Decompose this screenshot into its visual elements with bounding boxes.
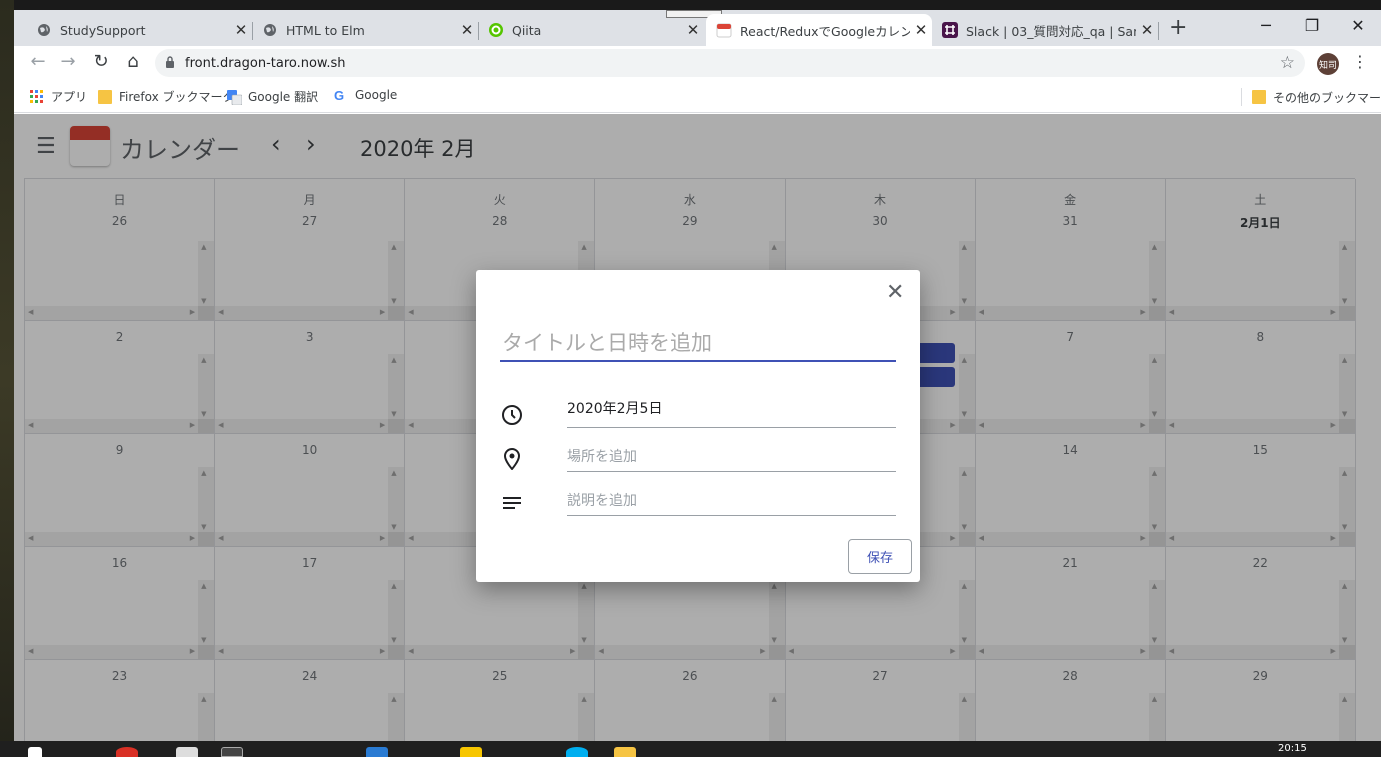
calendar-favicon — [716, 22, 732, 38]
new-tab-button[interactable]: + — [1169, 17, 1187, 39]
close-icon[interactable]: ✕ — [1136, 21, 1158, 39]
event-title-input[interactable] — [500, 326, 896, 362]
windows-taskbar: 20:15 — [0, 741, 1381, 757]
calculator-taskbar-icon[interactable] — [176, 747, 198, 757]
chrome-taskbar-icon[interactable] — [116, 747, 138, 757]
bookmark-firefox[interactable]: Firefox ブックマーク — [98, 88, 235, 105]
bookmark-google[interactable]: G Google — [334, 88, 398, 103]
vscode-taskbar-icon[interactable] — [366, 747, 388, 757]
bookmark-label: Firefox ブックマーク — [119, 90, 235, 104]
profile-avatar[interactable]: 知司 — [1317, 53, 1339, 75]
tab-slack[interactable]: Slack | 03_質問対応_qa | Samu ✕ — [932, 14, 1159, 46]
tab-title: Slack | 03_質問対応_qa | Samu — [966, 23, 1136, 39]
tab-qiita[interactable]: Qiita ✕ — [478, 14, 704, 46]
restore-button[interactable]: ❐ — [1289, 16, 1335, 35]
home-button[interactable]: ⌂ — [121, 51, 145, 72]
bookmark-google-translate[interactable]: Google 翻訳 — [227, 88, 318, 105]
desktop-background — [0, 0, 14, 757]
google-icon: G — [334, 88, 345, 103]
bookmark-label: Google — [355, 88, 398, 102]
address-bar[interactable]: front.dragon-taro.now.sh ☆ — [155, 49, 1305, 77]
slack-icon — [942, 22, 958, 38]
close-icon[interactable]: ✕ — [682, 21, 704, 39]
bookmark-apps[interactable]: アプリ — [30, 88, 87, 105]
reload-button[interactable]: ↻ — [89, 51, 113, 72]
tab-title: React/ReduxでGoogleカレンダー風 — [740, 23, 910, 39]
browser-window: StudySupport ✕ HTML to Elm ✕ Qiita ✕ Rea… — [14, 10, 1381, 741]
minimize-button[interactable]: ─ — [1243, 16, 1289, 35]
apps-grid-icon — [30, 89, 44, 104]
description-input[interactable] — [567, 486, 896, 516]
tab-react-redux-calendar[interactable]: React/ReduxでGoogleカレンダー風 ✕ — [706, 14, 932, 46]
tab-title: StudySupport — [60, 22, 146, 38]
tab-strip: StudySupport ✕ HTML to Elm ✕ Qiita ✕ Rea… — [14, 10, 1381, 46]
tab-studysupport[interactable]: StudySupport ✕ — [26, 14, 253, 46]
tab-title: HTML to Elm — [286, 22, 365, 38]
bookmarks-bar: アプリ Firefox ブックマーク Google 翻訳 G Google その… — [14, 80, 1381, 113]
taskbar-clock: 20:15 — [1278, 743, 1307, 754]
close-icon[interactable]: ✕ — [886, 280, 904, 305]
close-window-button[interactable]: ✕ — [1335, 16, 1381, 35]
bookmark-star-icon[interactable]: ☆ — [1280, 53, 1295, 73]
close-icon[interactable]: ✕ — [910, 21, 932, 39]
folder-taskbar-icon[interactable] — [614, 747, 636, 757]
bookmark-label: Google 翻訳 — [248, 90, 319, 104]
forward-button[interactable]: → — [56, 51, 80, 72]
globe-icon — [36, 22, 52, 38]
browser-toolbar: ← → ↻ ⌂ front.dragon-taro.now.sh ☆ 知司 ⋮ — [14, 46, 1381, 80]
tab-separator — [1158, 22, 1159, 40]
url-text: front.dragon-taro.now.sh — [185, 55, 346, 71]
bookmark-other[interactable]: その他のブックマーク — [1241, 88, 1381, 106]
bookmark-label: アプリ — [51, 90, 88, 104]
more-menu-icon[interactable]: ⋮ — [1352, 52, 1368, 71]
folder-icon — [1252, 90, 1266, 104]
skype-taskbar-icon[interactable] — [566, 747, 588, 757]
save-button[interactable]: 保存 — [848, 539, 912, 574]
close-icon[interactable]: ✕ — [456, 21, 478, 39]
location-pin-icon — [500, 447, 524, 471]
globe-icon — [262, 22, 278, 38]
lock-icon — [155, 55, 185, 71]
translate-icon — [227, 89, 243, 105]
tab-title: Qiita — [512, 22, 542, 38]
back-button[interactable]: ← — [26, 51, 50, 72]
description-icon — [500, 491, 524, 515]
event-dialog: ✕ 2020年2月5日 保存 — [476, 270, 920, 582]
bookmark-label: その他のブックマーク — [1273, 90, 1381, 105]
qiita-icon — [488, 22, 504, 38]
bookmark-divider — [1241, 88, 1242, 106]
folder-icon — [98, 89, 112, 104]
screen: StudySupport ✕ HTML to Elm ✕ Qiita ✕ Rea… — [0, 0, 1381, 757]
app-taskbar-icon[interactable] — [460, 747, 482, 757]
terminal-taskbar-icon[interactable] — [221, 747, 243, 757]
location-input[interactable] — [567, 442, 896, 472]
close-icon[interactable]: ✕ — [230, 21, 252, 39]
event-date-field[interactable]: 2020年2月5日 — [567, 398, 896, 428]
windows-start-icon[interactable] — [28, 747, 42, 757]
clock-icon — [500, 403, 524, 427]
tab-html-to-elm[interactable]: HTML to Elm ✕ — [252, 14, 479, 46]
